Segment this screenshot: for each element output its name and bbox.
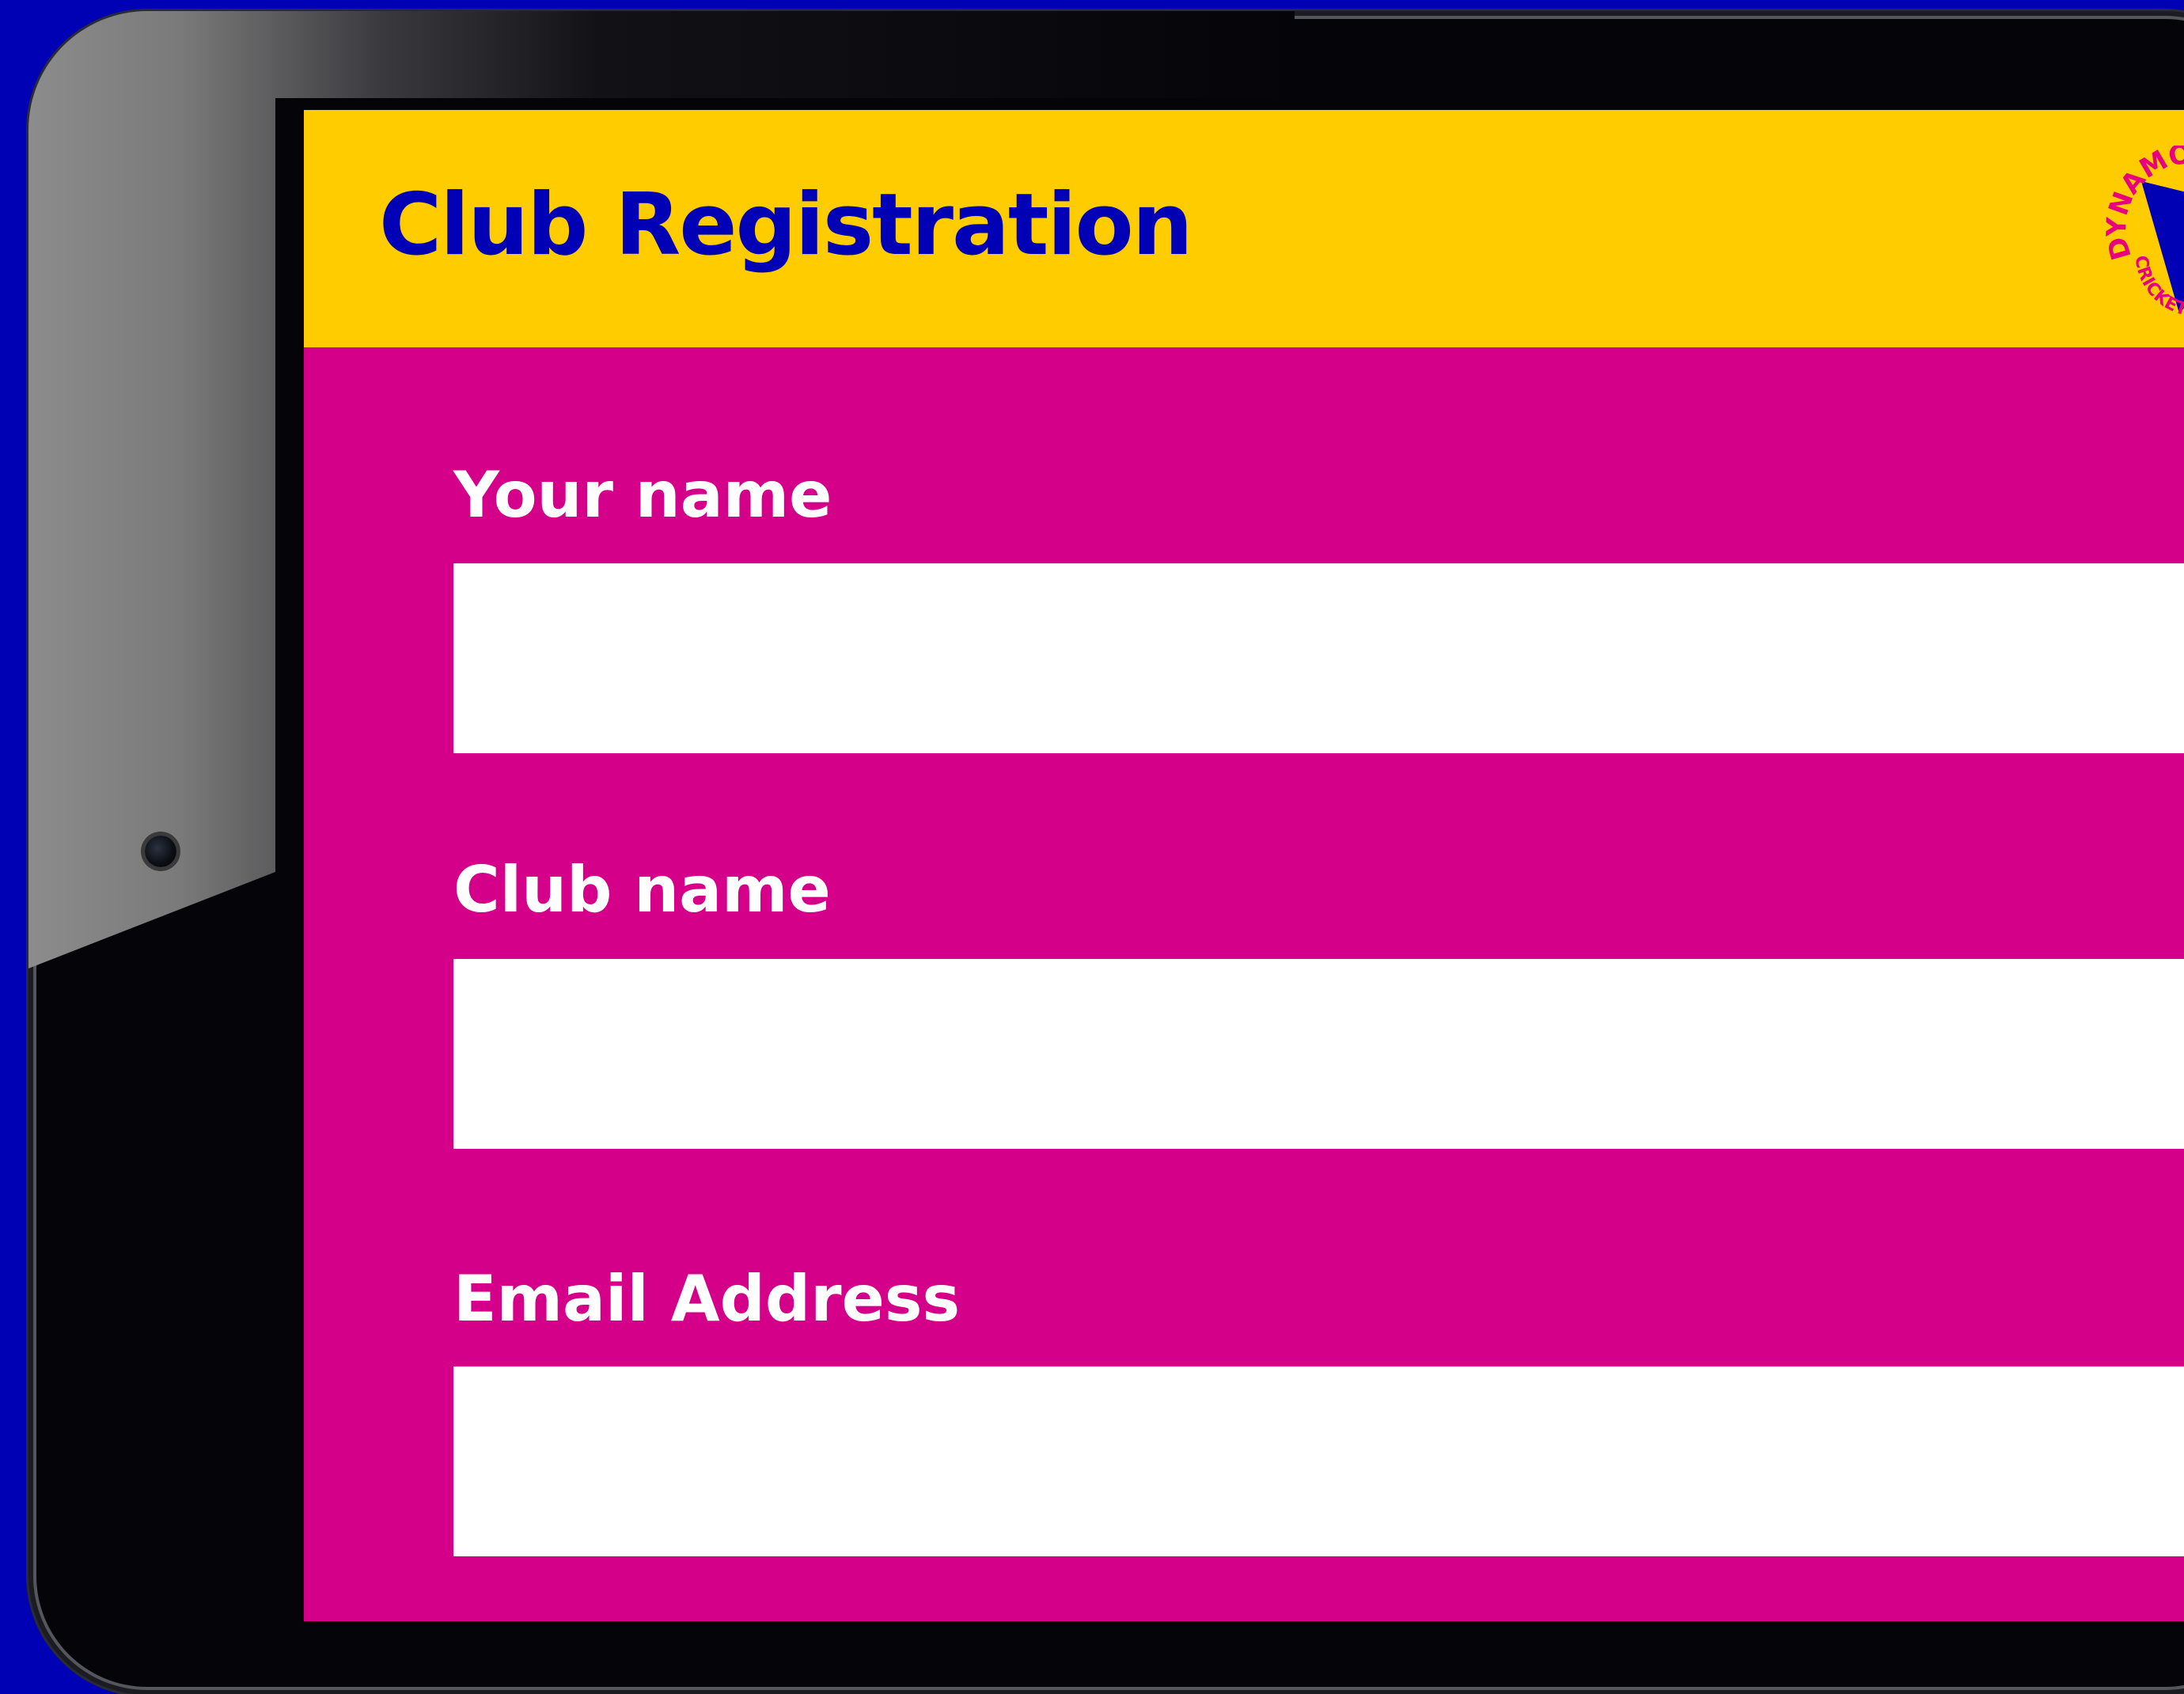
app-header: Club Registration DYNAMOS CRICKET [304, 110, 2184, 347]
club-logo-icon: DYNAMOS CRICKET [2101, 146, 2184, 320]
app-screen: Club Registration DYNAMOS CRICKET [304, 110, 2184, 1621]
email-address-label: Email Address [453, 1262, 961, 1336]
club-name-label: Club name [453, 853, 831, 927]
club-name-input[interactable] [453, 959, 2184, 1149]
page-title: Club Registration [379, 176, 1193, 275]
your-name-label: Your name [453, 458, 832, 532]
page-background: Club Registration DYNAMOS CRICKET [0, 0, 2184, 1694]
your-name-input[interactable] [453, 563, 2184, 753]
camera-icon [145, 836, 176, 867]
email-address-input[interactable] [453, 1366, 2184, 1556]
tablet-device: Club Registration DYNAMOS CRICKET [28, 11, 2184, 1694]
